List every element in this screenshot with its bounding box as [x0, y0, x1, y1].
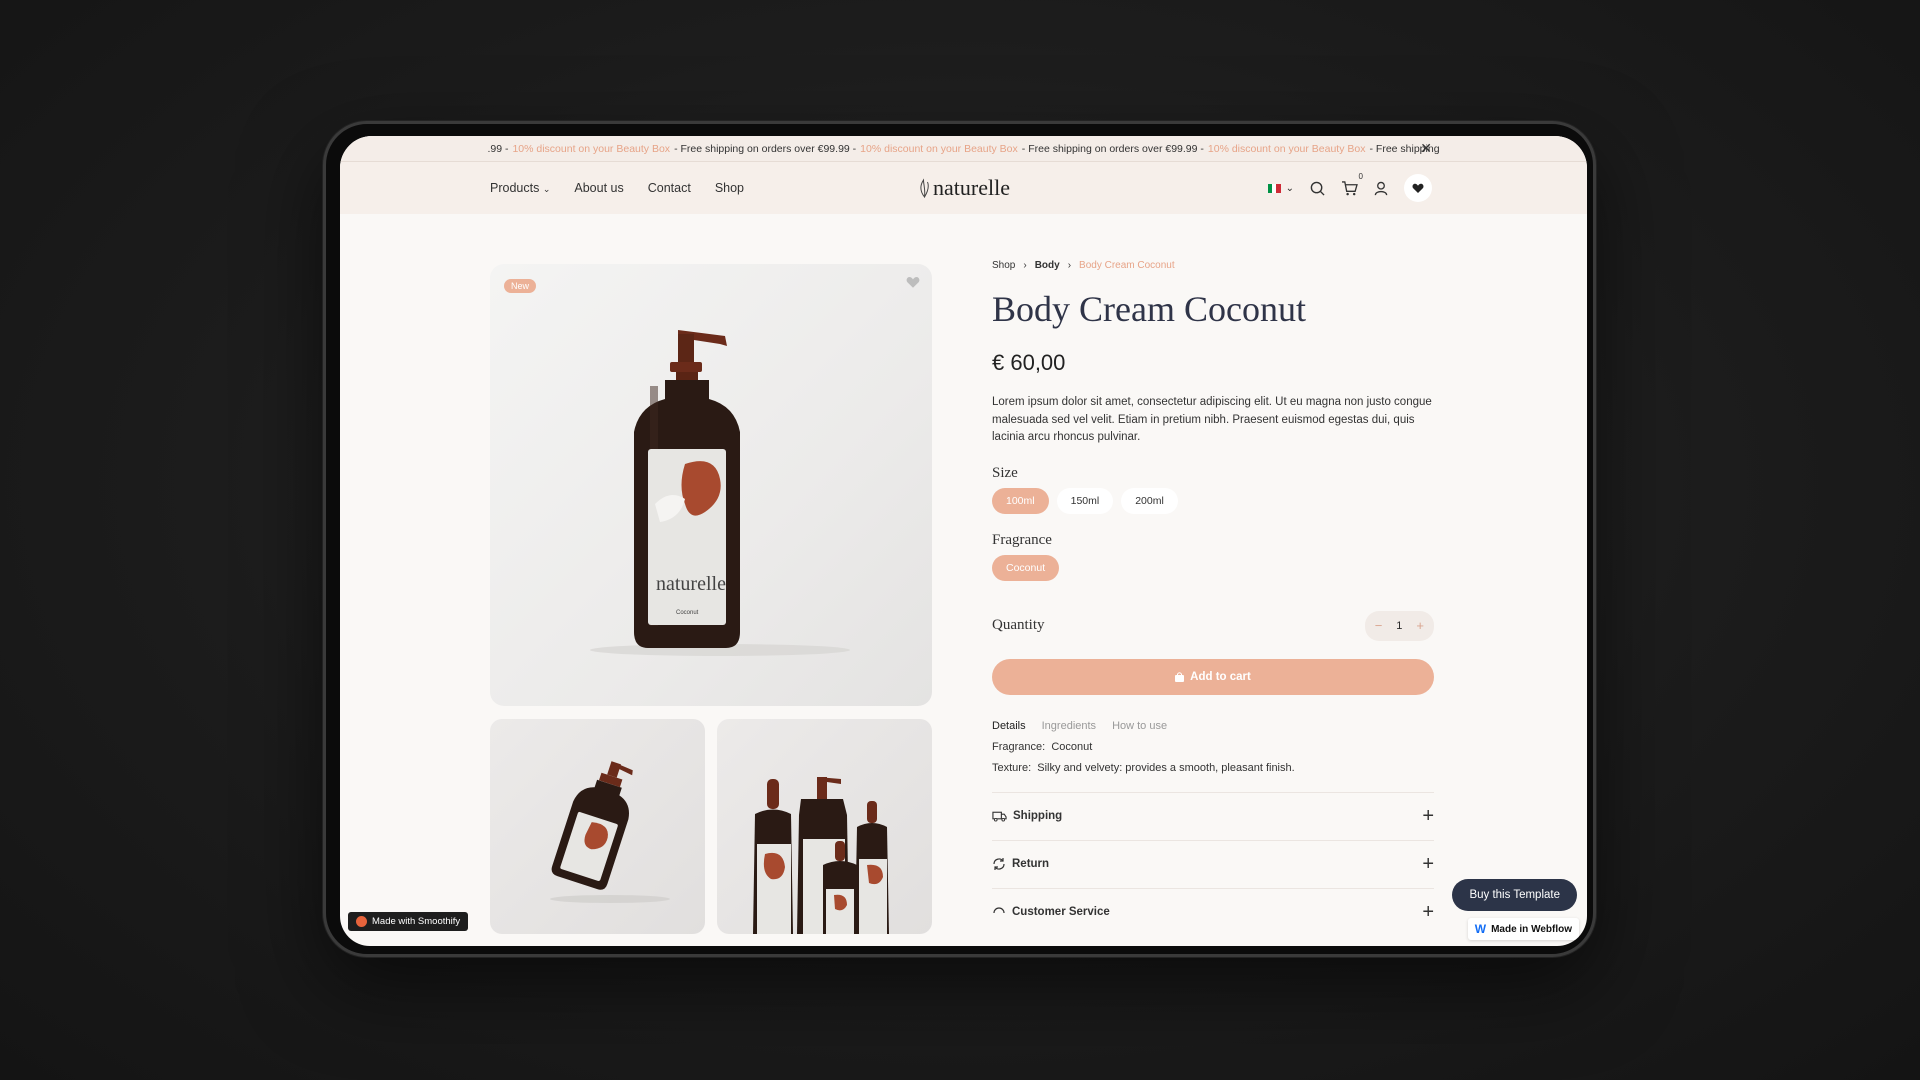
breadcrumb: Shop › Body › Body Cream Coconut	[992, 260, 1434, 271]
refresh-icon	[993, 858, 1005, 870]
site-logo[interactable]: naturelle	[917, 175, 1010, 201]
product-price: € 60,00	[992, 350, 1066, 375]
italy-flag-icon	[1267, 183, 1281, 193]
detail-texture: Texture: Silky and velvety: provides a s…	[992, 762, 1434, 774]
quantity-row: Quantity − 1 +	[992, 610, 1434, 641]
leaf-icon	[920, 178, 929, 198]
size-option-100ml[interactable]: 100ml	[992, 487, 1049, 514]
chevron-right-icon: ›	[1067, 260, 1072, 271]
main-nav: Products ⌄ About us Contact Shop naturel…	[340, 162, 1587, 214]
webflow-logo-icon: W	[1474, 922, 1487, 936]
detail-fragrance-value: Coconut	[1051, 740, 1093, 753]
detail-fragrance: Fragrance: Coconut	[992, 741, 1434, 753]
logo-text: naturelle	[933, 175, 1010, 200]
announcement-discount: 10% discount on your Beauty Box	[860, 142, 1018, 155]
size-options: 100ml 150ml 200ml	[992, 487, 1434, 514]
product-thumbnail[interactable]	[490, 719, 705, 934]
close-icon[interactable]: ✕	[1420, 140, 1432, 157]
detail-texture-key: Texture:	[992, 761, 1032, 774]
heart-icon	[1412, 183, 1424, 193]
language-selector[interactable]: ⌄	[1267, 182, 1294, 194]
plus-icon: +	[1422, 852, 1434, 875]
bottle-sub-label: Coconut	[676, 610, 699, 616]
bag-icon	[1175, 671, 1185, 682]
product-info: Shop › Body › Body Cream Coconut Body Cr…	[992, 260, 1434, 936]
quantity-plus-button[interactable]: +	[1416, 618, 1424, 633]
made-with-smoothify-badge[interactable]: Made with Smoothify	[348, 912, 469, 931]
nav-about[interactable]: About us	[574, 181, 623, 195]
announcement-discount: 10% discount on your Beauty Box	[1207, 142, 1366, 155]
product-tabs: Details Ingredients How to use	[992, 720, 1434, 732]
nav-contact[interactable]: Contact	[648, 181, 691, 195]
announcement-text: - Free shipping on orders over €99.99 -	[1021, 142, 1204, 155]
quantity-stepper: − 1 +	[1364, 610, 1434, 641]
announcement-bar: .99 - 10% discount on your Beauty Box - …	[340, 136, 1587, 162]
product-main-image[interactable]: New naturelle Coconut	[490, 264, 932, 706]
accordion-customer-service[interactable]: Customer Service +	[992, 887, 1434, 936]
wishlist-button[interactable]	[1404, 174, 1432, 202]
product-title: Body Cream Coconut	[992, 289, 1306, 329]
tilted-bottle-illustration	[550, 761, 670, 903]
truck-icon	[992, 811, 1007, 822]
chevron-down-icon: ⌄	[542, 184, 551, 194]
chevron-down-icon: ⌄	[1285, 182, 1294, 194]
quantity-label: Quantity	[992, 617, 1045, 633]
chevron-right-icon: ›	[1023, 260, 1027, 271]
announcement-text: - Free shipping on orders over €99.99 -	[674, 142, 857, 155]
plus-icon: +	[1422, 900, 1434, 923]
cart-icon[interactable]: 0	[1340, 172, 1363, 197]
fragrance-label: Fragrance	[992, 531, 1052, 548]
buy-template-button[interactable]: Buy this Template	[1452, 879, 1577, 911]
cart-count-badge: 0	[1358, 172, 1363, 181]
breadcrumb-body[interactable]: Body	[1035, 260, 1060, 271]
smoothify-label: Made with Smoothify	[372, 916, 461, 927]
smoothify-logo-icon	[356, 916, 367, 927]
tablet-frame: .99 - 10% discount on your Beauty Box - …	[323, 121, 1596, 957]
accordion-return-label: Return	[1012, 858, 1050, 870]
user-icon[interactable]	[1372, 179, 1390, 197]
tab-how-to-use[interactable]: How to use	[1112, 720, 1167, 732]
fragrance-options: Coconut	[992, 554, 1434, 581]
nav-products[interactable]: Products ⌄	[490, 181, 550, 195]
size-option-200ml[interactable]: 200ml	[1121, 487, 1178, 514]
accordion-return[interactable]: Return +	[992, 839, 1434, 888]
accordion-shipping[interactable]: Shipping +	[992, 791, 1434, 840]
plus-icon: +	[1422, 804, 1434, 827]
announcement-text: .99 -	[487, 142, 509, 155]
bottle-group-illustration	[753, 777, 889, 934]
quantity-value[interactable]: 1	[1396, 620, 1402, 632]
webflow-label: Made in Webflow	[1491, 923, 1572, 935]
detail-fragrance-key: Fragrance:	[992, 740, 1046, 753]
add-to-cart-label: Add to cart	[1190, 670, 1251, 683]
product-description: Lorem ipsum dolor sit amet, consectetur …	[992, 396, 1432, 443]
accordion-customer-service-label: Customer Service	[1012, 906, 1110, 918]
size-label: Size	[992, 464, 1018, 481]
fragrance-option-coconut[interactable]: Coconut	[992, 554, 1060, 581]
made-in-webflow-badge[interactable]: W Made in Webflow	[1467, 918, 1579, 940]
size-option-150ml[interactable]: 150ml	[1056, 487, 1114, 514]
announcement-discount: 10% discount on your Beauty Box	[512, 142, 671, 155]
nav-shop[interactable]: Shop	[715, 181, 744, 195]
detail-texture-value: Silky and velvety: provides a smooth, pl…	[1037, 761, 1295, 774]
quantity-minus-button[interactable]: −	[1375, 618, 1383, 633]
bottle-label: naturelle	[656, 573, 726, 595]
bottle-illustration: naturelle Coconut	[590, 330, 850, 656]
accordion-shipping-label: Shipping	[1013, 810, 1063, 822]
headset-icon	[993, 907, 1005, 914]
tab-details[interactable]: Details	[992, 720, 1026, 732]
add-to-cart-button[interactable]: Add to cart	[992, 658, 1434, 695]
product-thumbnail[interactable]	[717, 719, 932, 934]
breadcrumb-shop[interactable]: Shop	[992, 260, 1015, 271]
search-icon[interactable]	[1308, 179, 1326, 197]
tab-ingredients[interactable]: Ingredients	[1042, 720, 1096, 732]
browser-viewport: .99 - 10% discount on your Beauty Box - …	[340, 136, 1587, 946]
nav-products-label: Products	[490, 181, 540, 195]
breadcrumb-current: Body Cream Coconut	[1079, 260, 1175, 271]
